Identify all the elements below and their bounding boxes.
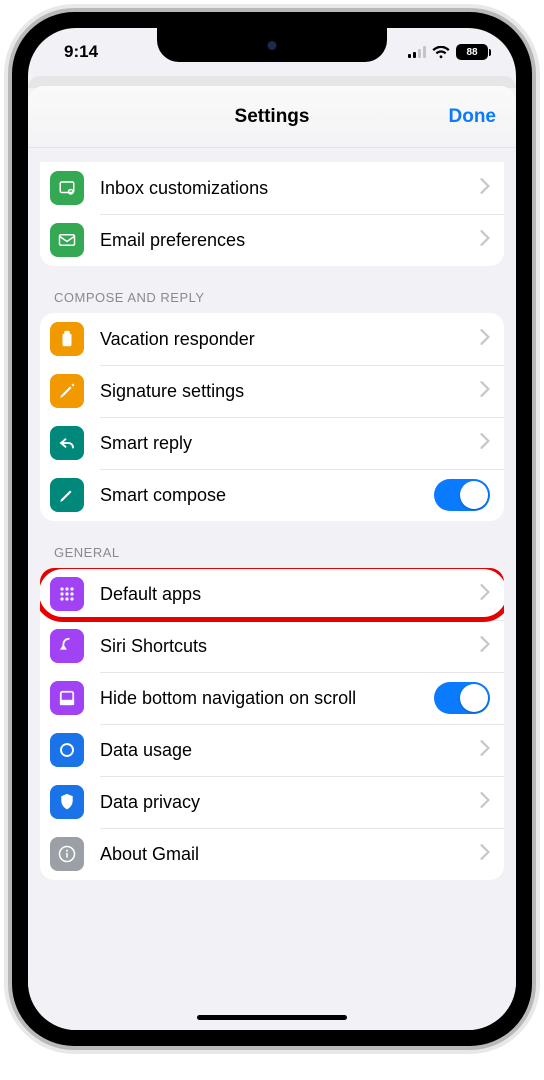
email-preferences-icon: [50, 223, 84, 257]
screen: 9:14 88 Settings Done: [28, 28, 516, 1030]
row-vacation-responder[interactable]: Vacation responder: [40, 313, 504, 365]
row-siri-shortcuts[interactable]: Siri Shortcuts: [40, 620, 504, 672]
smart-compose-icon: [50, 478, 84, 512]
chevron-right-icon: [480, 433, 490, 454]
row-default-apps[interactable]: Default apps: [40, 568, 504, 620]
wifi-icon: [432, 46, 450, 59]
signature-settings-icon: [50, 374, 84, 408]
row-label: Email preferences: [100, 229, 480, 252]
row-label: Data usage: [100, 739, 480, 762]
notch: [157, 28, 387, 62]
row-smart-compose[interactable]: Smart compose: [40, 469, 504, 521]
vacation-responder-icon: [50, 322, 84, 356]
row-label: Smart compose: [100, 484, 434, 507]
content-scroll[interactable]: Inbox customizations Email preferences: [28, 148, 516, 900]
phone-frame: 9:14 88 Settings Done: [12, 12, 532, 1046]
default-apps-icon: [50, 577, 84, 611]
chevron-right-icon: [480, 792, 490, 813]
section-header-general: GENERAL: [40, 521, 504, 568]
row-label: Siri Shortcuts: [100, 635, 480, 658]
row-label: Vacation responder: [100, 328, 480, 351]
status-indicators: 88: [408, 44, 488, 60]
chevron-right-icon: [480, 740, 490, 761]
battery-indicator: 88: [456, 44, 488, 60]
about-gmail-icon: [50, 837, 84, 871]
row-label: Smart reply: [100, 432, 480, 455]
row-label: Signature settings: [100, 380, 480, 403]
row-data-privacy[interactable]: Data privacy: [40, 776, 504, 828]
page-title: Settings: [28, 106, 516, 128]
smart-reply-icon: [50, 426, 84, 460]
row-inbox-customizations[interactable]: Inbox customizations: [40, 162, 504, 214]
siri-shortcuts-icon: [50, 629, 84, 663]
hide-bottom-nav-icon: [50, 681, 84, 715]
inbox-customizations-icon: [50, 171, 84, 205]
chevron-right-icon: [480, 329, 490, 350]
row-label: Default apps: [100, 583, 480, 606]
chevron-right-icon: [480, 636, 490, 657]
section-header-compose: COMPOSE AND REPLY: [40, 266, 504, 313]
group-general: Default apps Siri Shortcuts: [40, 568, 504, 880]
group-mail: Inbox customizations Email preferences: [40, 162, 504, 266]
row-signature-settings[interactable]: Signature settings: [40, 365, 504, 417]
chevron-right-icon: [480, 844, 490, 865]
chevron-right-icon: [480, 178, 490, 199]
row-label: Inbox customizations: [100, 177, 480, 200]
row-data-usage[interactable]: Data usage: [40, 724, 504, 776]
chevron-right-icon: [480, 584, 490, 605]
hide-bottom-nav-toggle[interactable]: [434, 682, 490, 714]
row-label: Data privacy: [100, 791, 480, 814]
row-hide-bottom-nav[interactable]: Hide bottom navigation on scroll: [40, 672, 504, 724]
status-time: 9:14: [64, 42, 98, 62]
cellular-signal-icon: [408, 46, 426, 58]
nav-bar: Settings Done: [28, 86, 516, 148]
row-label: Hide bottom navigation on scroll: [100, 687, 434, 710]
home-indicator[interactable]: [197, 1015, 347, 1020]
chevron-right-icon: [480, 230, 490, 251]
group-compose: Vacation responder Signature settings: [40, 313, 504, 521]
row-label: About Gmail: [100, 843, 480, 866]
row-email-preferences[interactable]: Email preferences: [40, 214, 504, 266]
data-privacy-icon: [50, 785, 84, 819]
row-smart-reply[interactable]: Smart reply: [40, 417, 504, 469]
smart-compose-toggle[interactable]: [434, 479, 490, 511]
row-about-gmail[interactable]: About Gmail: [40, 828, 504, 880]
done-button[interactable]: Done: [449, 106, 497, 128]
chevron-right-icon: [480, 381, 490, 402]
settings-sheet: Settings Done Inbox customizations: [28, 86, 516, 1030]
data-usage-icon: [50, 733, 84, 767]
